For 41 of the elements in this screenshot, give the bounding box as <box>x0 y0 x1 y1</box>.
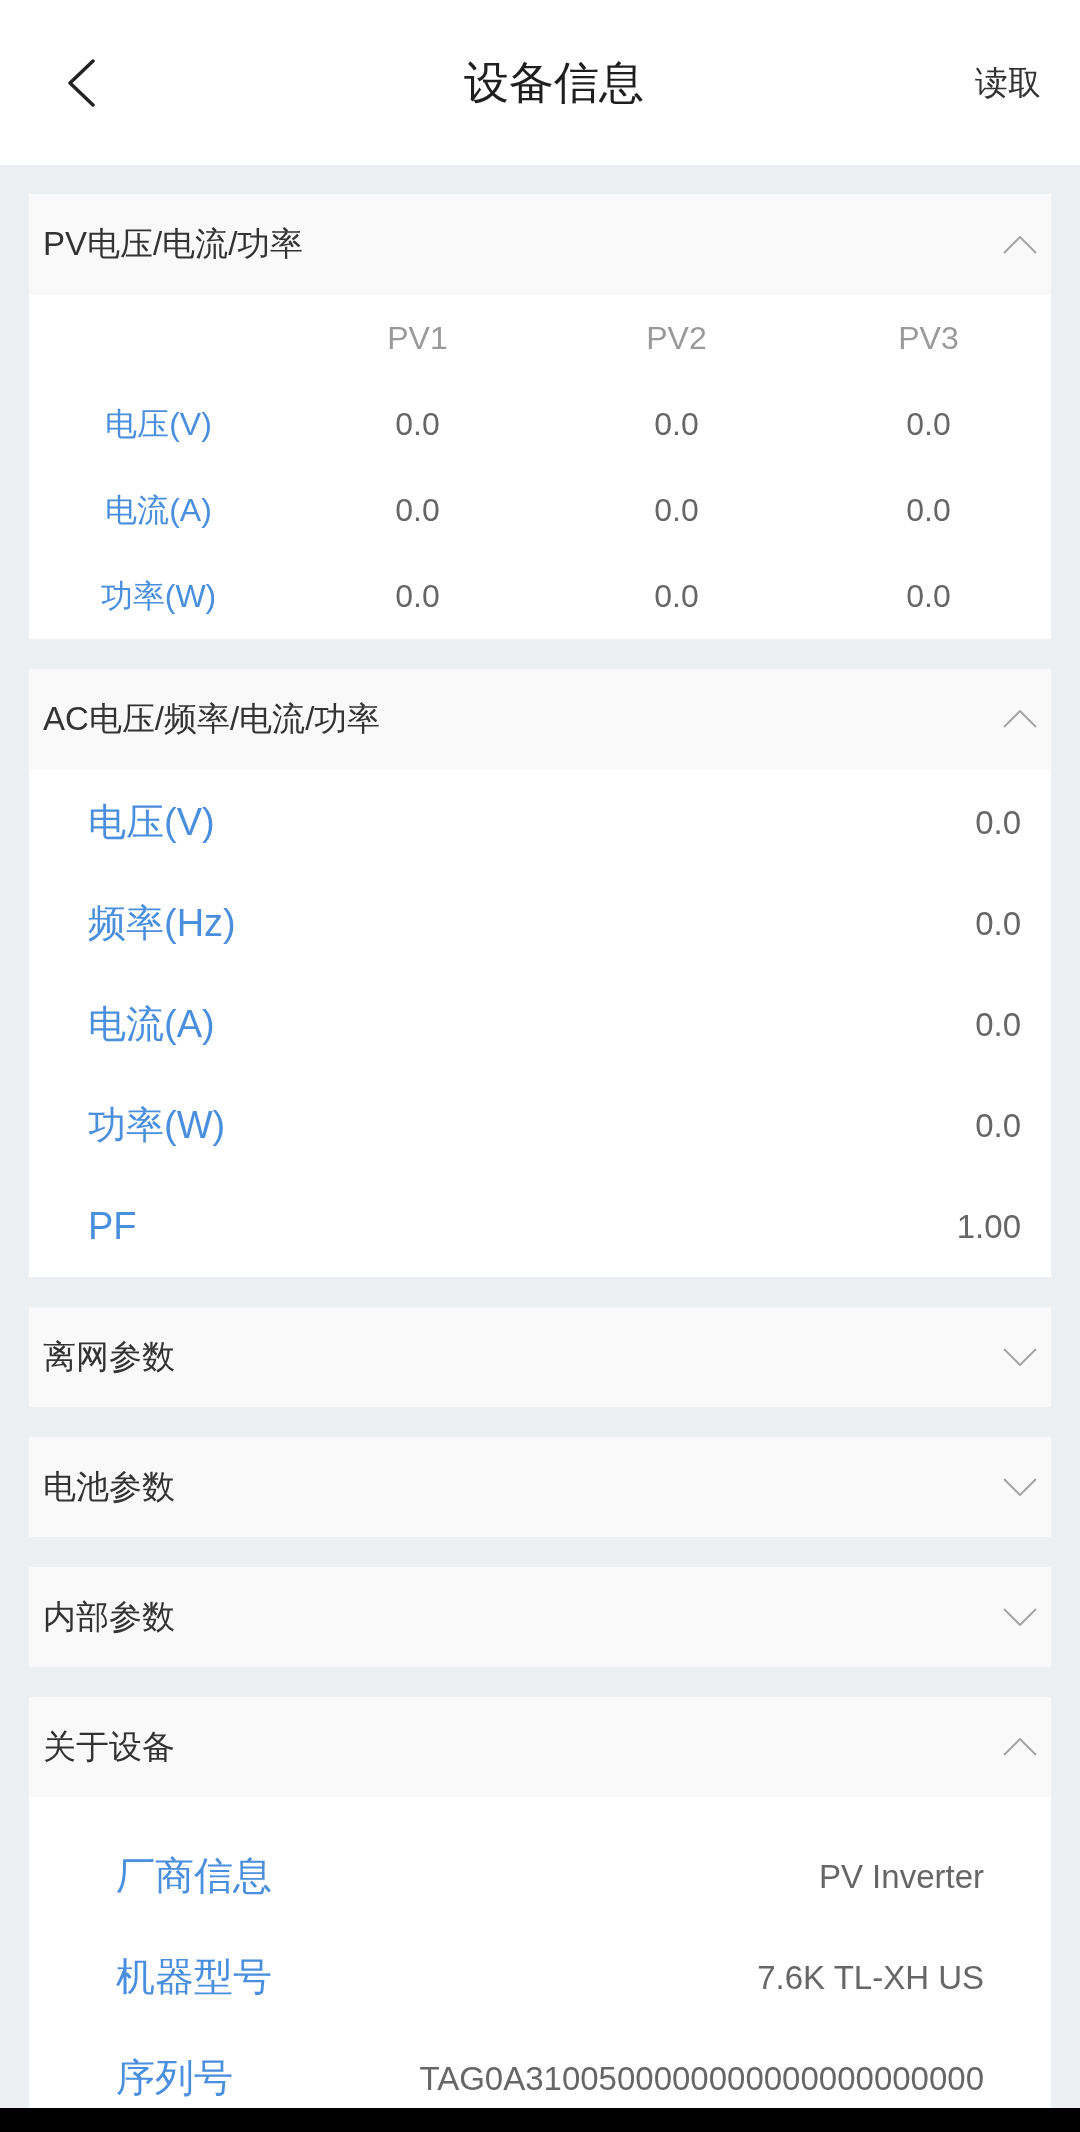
column-header: PV3 <box>898 318 959 358</box>
field-label: 电流(A) <box>88 1001 215 1047</box>
field-label: 厂商信息 <box>116 1853 272 1900</box>
table-cell: 0.0 <box>654 404 699 444</box>
section-header[interactable]: 电池参数 <box>29 1437 1051 1537</box>
row-label: 功率(W) <box>100 576 217 616</box>
table-cell: 0.0 <box>654 576 699 616</box>
page-title: 设备信息 <box>464 55 644 110</box>
section-header[interactable]: 内部参数 <box>29 1567 1051 1667</box>
field-value: 0.0 <box>975 802 1021 843</box>
section-header[interactable]: 关于设备 <box>29 1697 1051 1797</box>
field-label: 机器型号 <box>116 1954 272 2001</box>
table-cell: 0.0 <box>395 490 440 530</box>
table-cell: 0.0 <box>654 490 699 530</box>
table-cell: 0.0 <box>395 404 440 444</box>
field-label: 序列号 <box>116 2055 233 2102</box>
field-value: PV Inverter <box>818 1856 984 1897</box>
field-value: 0.0 <box>975 1105 1021 1146</box>
field-value: 1.00 <box>956 1206 1021 1247</box>
column-header: PV2 <box>646 318 707 358</box>
field-label: 电压(V) <box>88 799 215 845</box>
back-icon <box>67 58 95 107</box>
field-value: TAG0A3100500000000000000000000 <box>419 2058 984 2099</box>
section-header[interactable]: 离网参数 <box>29 1307 1051 1407</box>
back-button[interactable] <box>67 58 95 107</box>
row-label: 电压(V) <box>105 404 212 444</box>
field-value: 7.6K TL-XH US <box>757 1957 984 1998</box>
table-cell: 0.0 <box>906 490 951 530</box>
section-header[interactable]: AC电压/频率/电流/功率 <box>29 669 1051 769</box>
field-label: 频率(Hz) <box>88 900 236 946</box>
section-header[interactable]: PV电压/电流/功率 <box>29 194 1051 295</box>
table-cell: 0.0 <box>906 404 951 444</box>
table-cell: 0.0 <box>395 576 440 616</box>
field-value: 0.0 <box>975 1004 1021 1045</box>
field-label: PF <box>88 1203 137 1249</box>
table-cell: 0.0 <box>906 576 951 616</box>
field-label: 功率(W) <box>88 1102 226 1148</box>
column-header: PV1 <box>387 318 448 358</box>
row-label: 电流(A) <box>105 490 212 530</box>
field-value: 0.0 <box>975 903 1021 944</box>
read-button[interactable]: 读取 <box>975 62 1041 103</box>
